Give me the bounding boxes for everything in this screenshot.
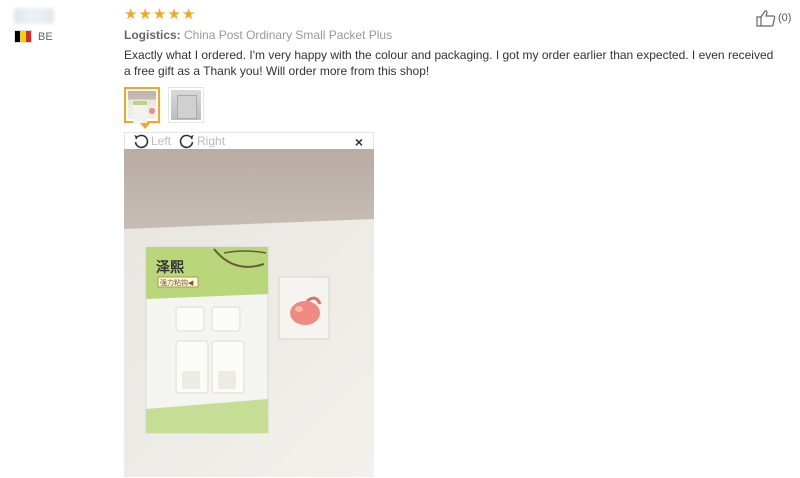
review-thumbnail-1[interactable] [124, 87, 160, 129]
rotate-left-button[interactable]: Left [133, 133, 171, 149]
tag-text: 强力粘钩◀ [160, 278, 194, 287]
country-code: BE [38, 30, 53, 43]
product-card: 泽熙 强力粘钩◀ [145, 246, 269, 434]
review-thumbnails [124, 87, 784, 129]
logistics-label: Logistics: [124, 28, 181, 42]
helpful-button[interactable]: (0) [756, 9, 791, 27]
star-icon: ★ [167, 6, 181, 23]
star-icon: ★ [181, 6, 196, 23]
thumbs-up-icon [756, 10, 776, 27]
reviewer-name-blurred [14, 8, 54, 24]
brand-text: 泽熙 [156, 260, 184, 276]
flag-belgium-icon [14, 30, 32, 43]
rotate-right-label: Right [197, 134, 226, 148]
rotate-left-icon [134, 134, 149, 149]
viewer-toolbar: Left Right × [124, 132, 374, 150]
reviewer-country: BE [14, 30, 94, 43]
rotate-left-label: Left [151, 134, 172, 148]
close-icon[interactable]: × [355, 134, 363, 150]
free-gift [278, 276, 330, 340]
star-icon: ★ [138, 6, 152, 23]
review-photo: 泽熙 强力粘钩◀ [124, 149, 374, 477]
review-body: ★ ★ ★ ★ ★ Logistics: China Post Ordinary… [124, 7, 784, 129]
image-viewer: Left Right × 泽熙 强力粘钩◀ [124, 132, 374, 477]
star-rating: ★ ★ ★ ★ ★ [124, 7, 784, 22]
rotate-right-button[interactable]: Right [179, 133, 225, 149]
logistics-info: Logistics: China Post Ordinary Small Pac… [124, 28, 784, 42]
helpful-count: (0) [778, 12, 792, 24]
star-icon: ★ [152, 6, 167, 23]
review-thumbnail-2[interactable] [168, 87, 204, 123]
star-icon: ★ [124, 6, 138, 23]
reviewer-info: BE [14, 8, 94, 43]
product-photo-illustration: 泽熙 强力粘钩◀ [124, 149, 374, 477]
logistics-value: China Post Ordinary Small Packet Plus [184, 28, 393, 42]
rotate-right-icon [179, 134, 194, 149]
review-text: Exactly what I ordered. I'm very happy w… [124, 48, 774, 78]
